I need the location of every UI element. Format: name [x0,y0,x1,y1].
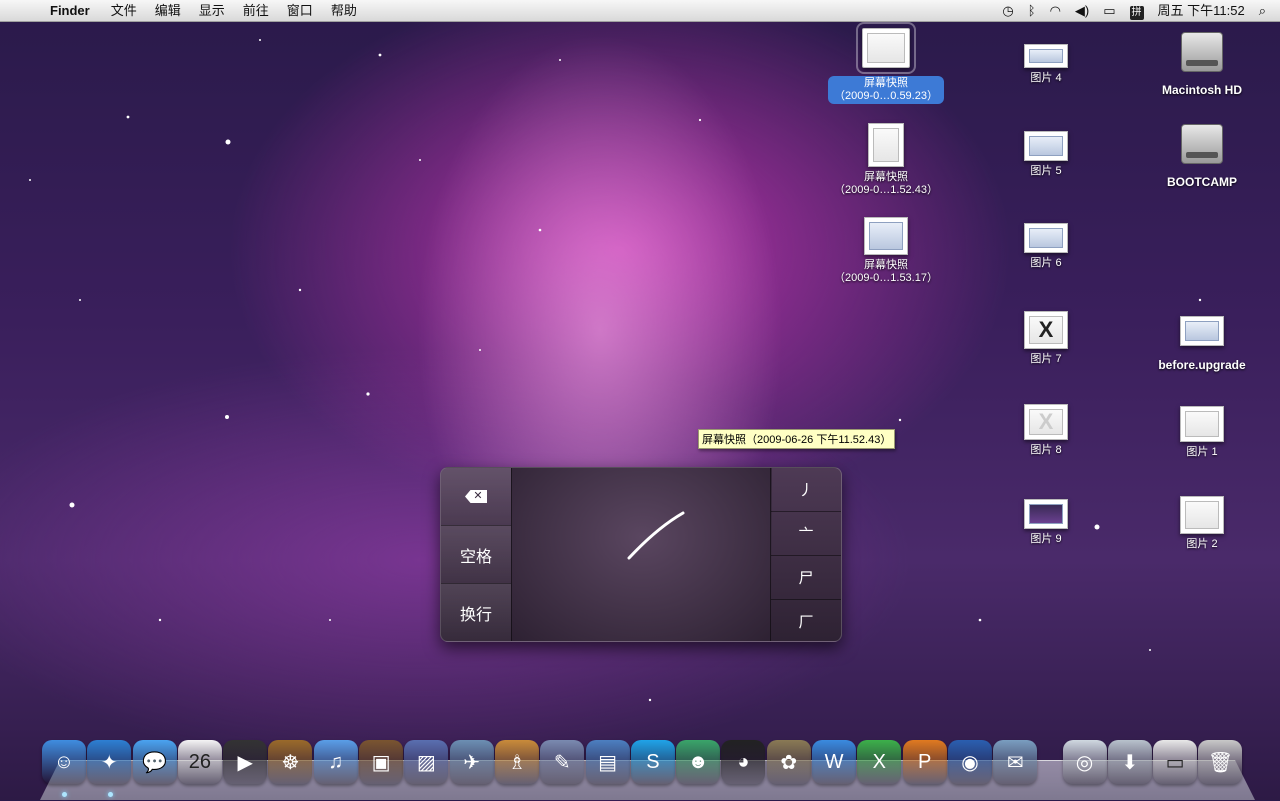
menu-go[interactable]: 前往 [234,0,278,22]
front-row-icon[interactable]: ▶ [223,740,268,784]
candidate-3[interactable]: 尸 [771,556,841,600]
image-thumbnail [1024,131,1068,161]
bluetooth-icon[interactable]: ᛒ [1021,0,1043,22]
menu-help[interactable]: 帮助 [322,0,366,22]
desktop-icon-image-2[interactable]: 图片 2 [1142,496,1262,551]
network-utility-icon[interactable]: ✈ [449,740,494,784]
ical-icon[interactable]: 26 [177,740,222,784]
iphoto-icon[interactable]: ▣ [359,740,404,784]
desktop-icon-macintosh-hd[interactable]: Macintosh HD [1142,32,1262,97]
itunes-icon[interactable]: ♫ [313,740,358,784]
google-earth-icon[interactable]: ◉ [947,740,992,784]
vmware-icon[interactable]: ▨ [404,740,449,784]
input-method-menu[interactable]: 拼 [1123,0,1151,22]
menu-clock[interactable]: 周五 下午11:52 [1151,0,1252,22]
candidate-4[interactable]: 厂 [771,600,841,641]
msn-messenger-icon[interactable]: ☻ [676,740,721,784]
excel-icon[interactable]: X [857,740,902,784]
downloads-stack-icon[interactable]: ⬇ [1107,740,1152,784]
image-thumbnail [1024,223,1068,253]
grapher-icon[interactable]: ▤ [585,740,630,784]
image-thumbnail [1180,316,1224,346]
script-editor-icon[interactable]: ✎ [540,740,585,784]
screenshot-thumbnail [856,22,916,74]
applications-folder-icon[interactable]: ◎ [1062,740,1107,784]
image-thumbnail: X [1024,311,1068,349]
running-indicator [62,792,67,797]
candidate-1[interactable]: 丿 [771,468,841,512]
menu-window[interactable]: 窗口 [278,0,322,22]
file-name-tooltip: 屏幕快照（2009-06-26 下午11.52.43） [698,429,896,449]
desktop-icon-screenshot-3[interactable]: 屏幕快照 （2009-0…1.53.17） [826,217,946,285]
desktop-icon-bootcamp[interactable]: BOOTCAMP [1142,124,1262,189]
menu-edit[interactable]: 编辑 [146,0,190,22]
handwriting-stroke [627,511,685,560]
screenshot-thumbnail [868,123,904,167]
delete-backward-icon: ✕ [465,490,487,503]
candidate-list: 丿 亠 尸 厂 [770,468,841,641]
qq-icon[interactable]: ◕ [721,740,766,784]
word-icon[interactable]: W [812,740,857,784]
desktop-icon-image-4[interactable]: 图片 4 [986,44,1106,85]
hard-drive-icon [1181,32,1223,72]
selected-file-label: 屏幕快照 （2009-0…0.59.23） [828,76,944,104]
battery-icon[interactable]: ▭ [1096,0,1122,22]
image-thumbnail [1024,44,1068,68]
screenshot-thumbnail [864,217,908,255]
trash-icon[interactable]: 🗑 [1198,740,1243,784]
desktop-icon-image-1[interactable]: 图片 1 [1142,406,1262,459]
desktop-icon-image-6[interactable]: 图片 6 [986,223,1106,270]
keynote-icon[interactable]: ♗ [494,740,539,784]
spotlight-search-icon[interactable]: ⌕ [1252,0,1280,22]
desktop-icon-screenshot-1[interactable]: 屏幕快照 （2009-0…0.59.23） [826,22,946,104]
finder-icon[interactable]: ☺ [42,740,86,784]
desktop-icon-image-8[interactable]: X 图片 8 [986,404,1106,457]
powerpoint-icon[interactable]: P [902,740,947,784]
app-menu-finder[interactable]: Finder [40,0,102,22]
desktop-icon-image-5[interactable]: 图片 5 [986,131,1106,178]
gimp-icon[interactable]: ✿ [766,740,811,784]
running-indicator [108,792,113,797]
cog-icon[interactable]: ☸ [268,740,313,784]
image-thumbnail [1024,499,1068,529]
image-thumbnail [1180,496,1224,534]
desktop-icon-before-upgrade[interactable]: before.upgrade [1142,316,1262,372]
ichat-icon[interactable]: 💬 [132,740,177,784]
time-machine-icon[interactable]: ◷ [995,0,1020,22]
dock: ☺ ✦ 💬 26 ▶ ☸ ♫ ▣ ▨ ✈ ♗ ✎ ▤ S ☻ ◕ ✿ W X P ◉ ✉ ◎ ⬇ ▭ 🗑 [42,740,1252,784]
menu-file[interactable]: 文件 [102,0,146,22]
skype-icon[interactable]: S [630,740,675,784]
wifi-icon[interactable]: ◠ [1043,0,1068,22]
safari-icon[interactable]: ✦ [87,740,132,784]
desktop-icon-screenshot-2[interactable]: 屏幕快照 （2009-0…1.52.43） [826,123,946,197]
menu-bar: Finder 文件 编辑 显示 前往 窗口 帮助 ◷ ᛒ ◠ ◀) ▭ 拼 周五… [0,0,1280,22]
wallpaper-stars [29,39,1202,702]
handwriting-input-panel: ✕ 空格 换行 丿 亠 尸 厂 [440,467,842,642]
volume-icon[interactable]: ◀) [1068,0,1096,22]
delete-button[interactable]: ✕ [441,468,511,526]
preview-icon[interactable]: ✉ [993,740,1038,784]
image-thumbnail: X [1024,404,1068,440]
handwriting-controls: ✕ 空格 换行 [441,468,511,641]
return-button[interactable]: 换行 [441,584,511,641]
candidate-2[interactable]: 亠 [771,512,841,556]
documents-stack-icon[interactable]: ▭ [1153,740,1198,784]
desktop-icon-image-7[interactable]: X 图片 7 [986,311,1106,366]
space-button[interactable]: 空格 [441,526,511,584]
input-method-icon: 拼 [1129,5,1144,20]
image-thumbnail [1180,406,1224,442]
hard-drive-icon [1181,124,1223,164]
menu-view[interactable]: 显示 [190,0,234,22]
handwriting-canvas[interactable] [511,468,772,641]
desktop-icon-image-9[interactable]: 图片 9 [986,499,1106,546]
menu-extras: ◷ ᛒ ◠ ◀) ▭ 拼 周五 下午11:52 ⌕ [995,0,1280,22]
